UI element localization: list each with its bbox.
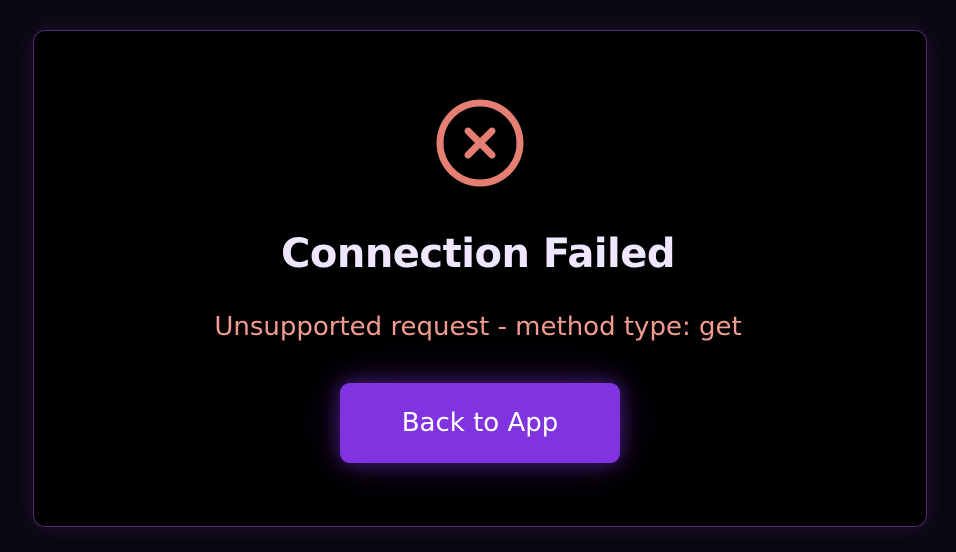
error-message: Unsupported request - method type: get <box>214 312 742 342</box>
error-title: Connection Failed <box>281 231 676 277</box>
back-to-app-button[interactable]: Back to App <box>340 383 620 463</box>
error-circle-x-icon <box>436 99 524 187</box>
error-page: Connection Failed Unsupported request - … <box>0 0 956 552</box>
